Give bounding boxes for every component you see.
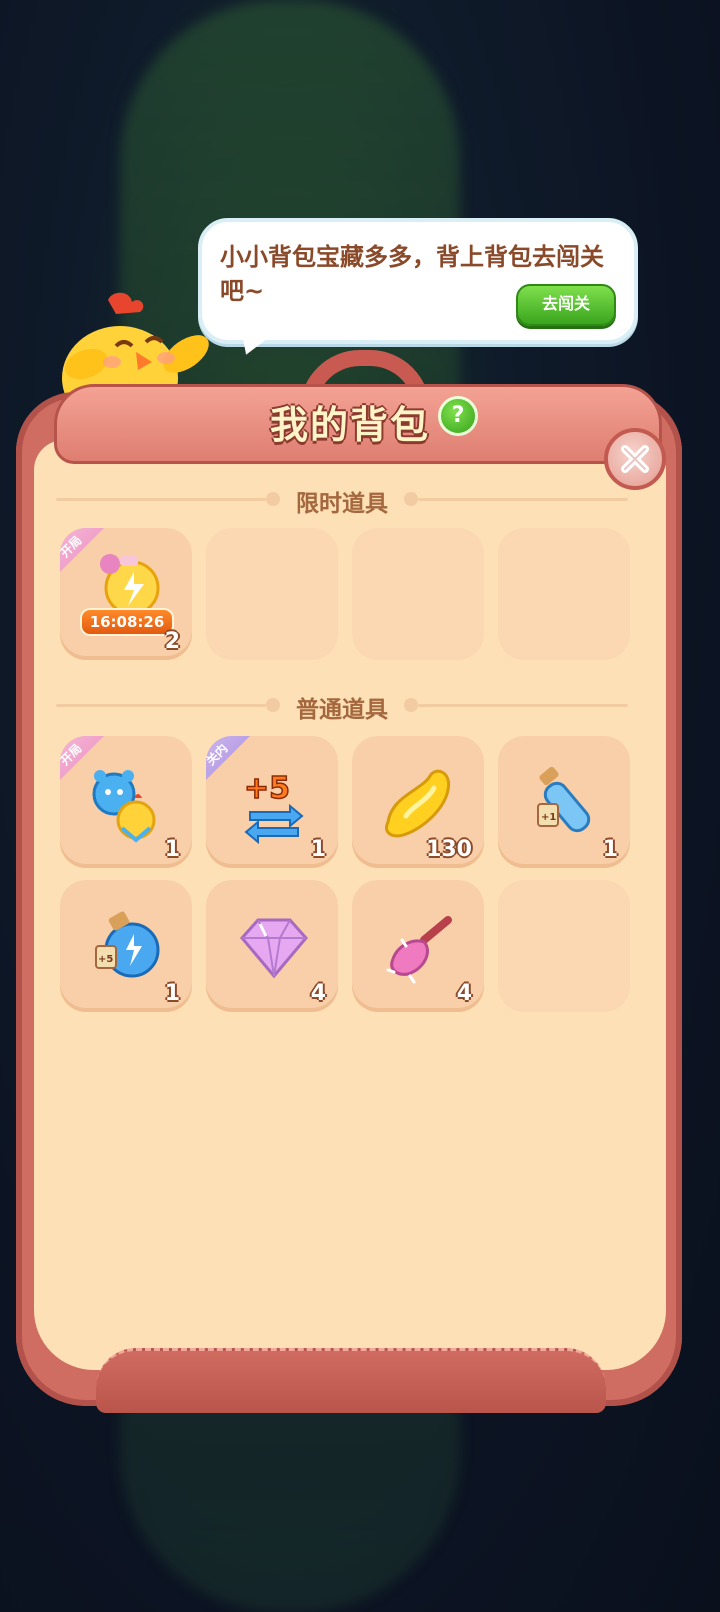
divider-line xyxy=(418,704,628,707)
normal-item-slot[interactable]: 开局 1 xyxy=(60,736,192,868)
close-icon xyxy=(621,445,649,473)
tag-plus-five: +5 xyxy=(98,954,113,965)
empty-slot xyxy=(498,528,630,660)
divider-line xyxy=(418,498,628,501)
item-count: 130 xyxy=(426,837,472,862)
section-normal-title: 普通道具 xyxy=(296,697,388,723)
normal-item-slot[interactable]: 130 xyxy=(352,736,484,868)
item-count: 4 xyxy=(310,981,326,1006)
timer-badge: 16:08:26 xyxy=(80,608,174,636)
speech-bubble: 小小背包宝藏多多，背上背包去闯关吧~ 去闯关 xyxy=(198,218,638,344)
normal-item-slot[interactable]: +1 1 xyxy=(498,736,630,868)
limited-item-slot[interactable]: 开局 16:08:26 2 xyxy=(60,528,192,660)
empty-slot xyxy=(498,880,630,1012)
normal-item-slot[interactable]: 关内 +5 1 xyxy=(206,736,338,868)
item-count: 1 xyxy=(310,837,326,862)
empty-slot xyxy=(352,528,484,660)
divider-dot xyxy=(404,492,418,506)
panel-title: 我的背包 xyxy=(269,403,430,447)
close-button[interactable] xyxy=(604,428,666,490)
empty-slot xyxy=(206,528,338,660)
tag-plus-one: +1 xyxy=(541,812,556,823)
go-challenge-button[interactable]: 去闯关 xyxy=(516,284,616,326)
divider-dot xyxy=(404,698,418,712)
section-normal: 普通道具 xyxy=(56,690,628,723)
normal-item-slot[interactable]: 4 xyxy=(206,880,338,1012)
plus-five-label: +5 xyxy=(244,771,290,806)
backpack-pocket xyxy=(96,1348,606,1413)
help-button[interactable]: ? xyxy=(438,396,478,436)
normal-item-slot[interactable]: +5 1 xyxy=(60,880,192,1012)
section-limited: 限时道具 xyxy=(56,484,628,517)
item-count: 1 xyxy=(164,981,180,1006)
normal-item-slot[interactable]: 4 xyxy=(352,880,484,1012)
item-count: 2 xyxy=(164,629,180,654)
item-count: 4 xyxy=(456,981,472,1006)
item-count: 1 xyxy=(602,837,618,862)
section-limited-title: 限时道具 xyxy=(296,491,388,517)
item-count: 1 xyxy=(164,837,180,862)
